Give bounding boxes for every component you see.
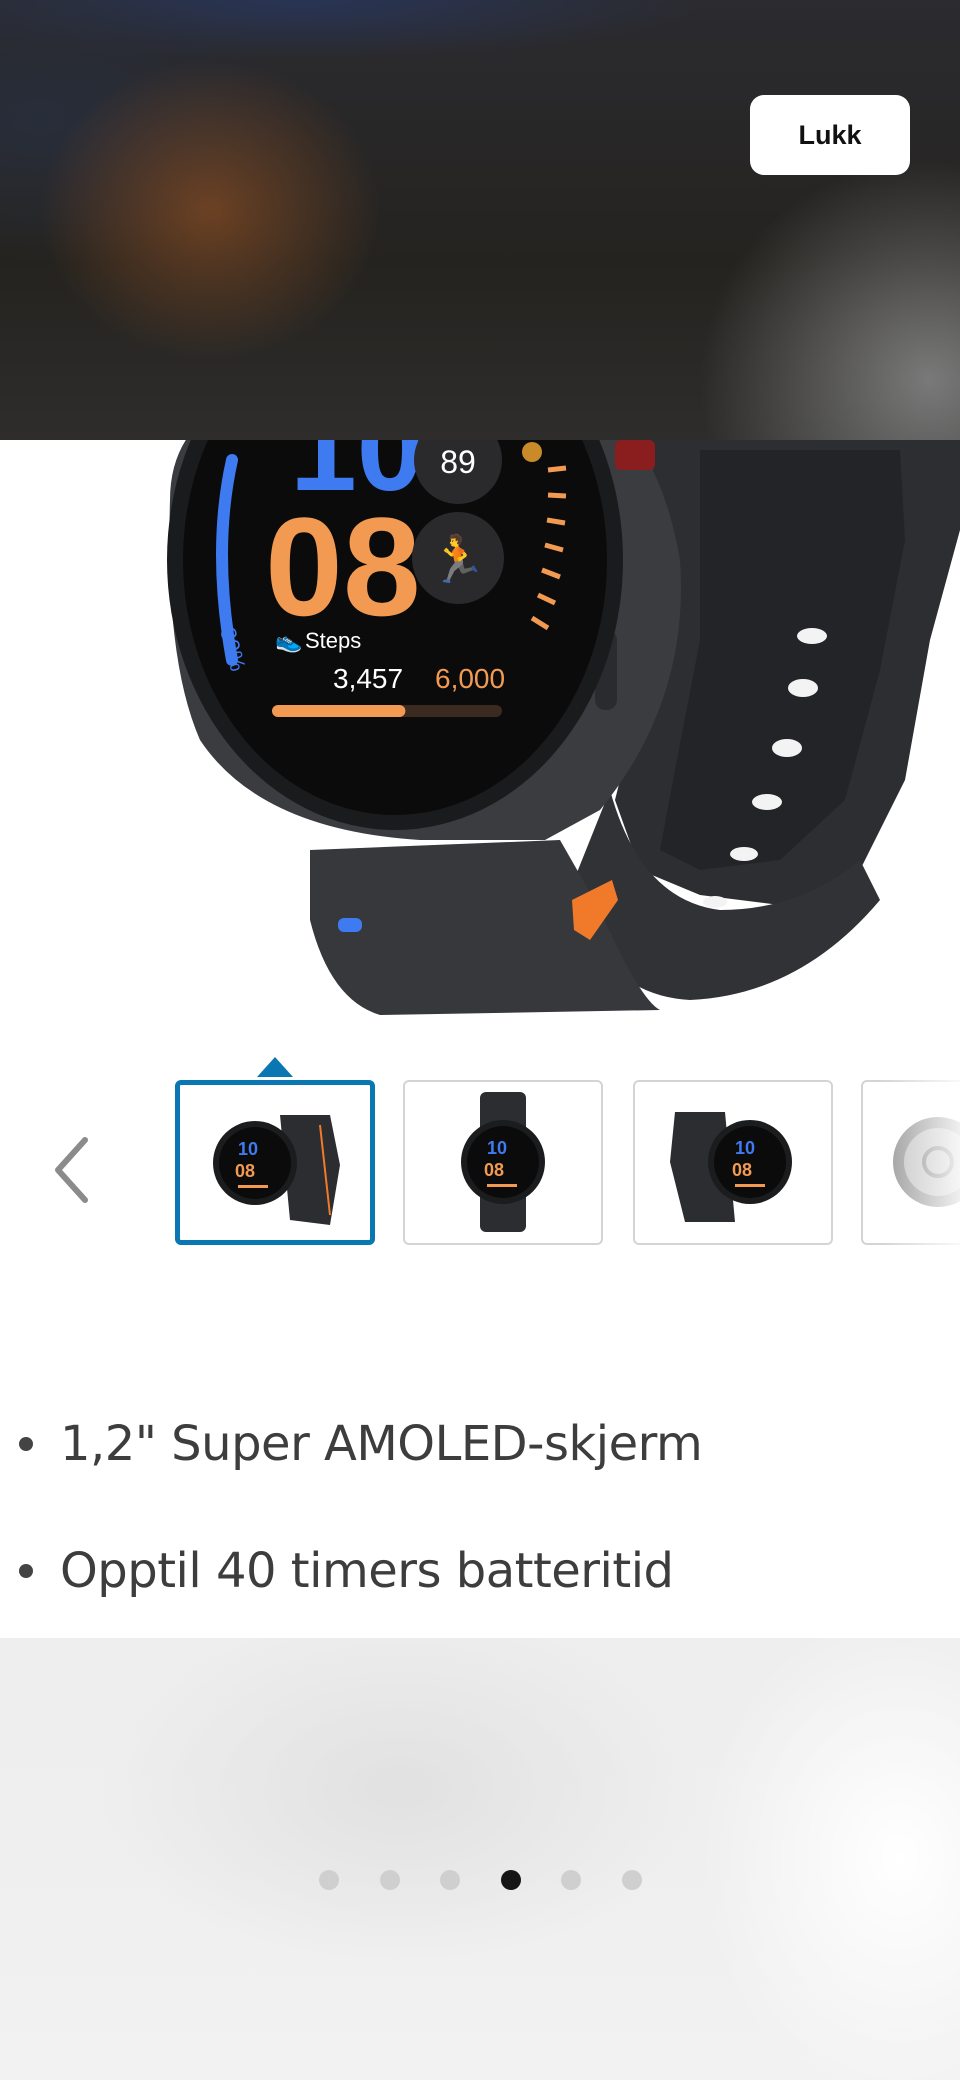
feature-text: 1,2" Super AMOLED-skjerm (60, 1415, 703, 1472)
thumbnail-2[interactable]: 10 08 (403, 1080, 603, 1245)
pagination-dot[interactable] (379, 1870, 400, 1890)
pagination-dot[interactable] (319, 1870, 339, 1890)
steps-value: 3,457 (333, 663, 403, 694)
thumbnail-carousel: 10 08 10 08 10 08 (0, 1055, 960, 1255)
steps-label: Steps (305, 628, 361, 653)
pagination-dot[interactable] (561, 1870, 581, 1890)
watch-minute: 08 (265, 488, 421, 645)
chevron-left-icon[interactable] (40, 1120, 110, 1220)
svg-text:10: 10 (487, 1138, 507, 1158)
pagination-dot[interactable] (500, 1870, 521, 1890)
bullet-icon (19, 1436, 33, 1451)
thumbnail-watch-image: 10 08 (213, 1115, 340, 1225)
svg-text:10: 10 (735, 1138, 755, 1158)
blurred-top-backdrop: Lukk (0, 0, 960, 440)
thumbnail-watch-image: 10 08 (670, 1112, 792, 1222)
list-item: Opptil 40 timers batteritid (0, 1507, 960, 1634)
thumbnail-watch-image: 10 08 (461, 1092, 545, 1232)
product-image: 10 08 89 🏃 30% 👟 Steps 3,457 6,000 (0, 440, 960, 1020)
list-item: 1,2" Super AMOLED-skjerm (0, 1380, 960, 1507)
svg-text:08: 08 (235, 1161, 255, 1181)
watch-top-value: 89 (440, 444, 476, 480)
running-icon: 🏃 (429, 532, 486, 586)
pagination-dot[interactable] (440, 1870, 460, 1890)
carousel-edge-fade (880, 1075, 960, 1250)
svg-text:08: 08 (484, 1160, 504, 1180)
smartwatch-illustration: 10 08 89 🏃 30% 👟 Steps 3,457 6,000 (167, 440, 960, 1015)
blurred-bottom-backdrop (0, 1638, 960, 2080)
svg-text:08: 08 (732, 1160, 752, 1180)
pagination-dots (0, 1868, 960, 1892)
thumbnail-3[interactable]: 10 08 (633, 1080, 833, 1245)
svg-text:10: 10 (238, 1139, 258, 1159)
close-button[interactable]: Lukk (750, 95, 910, 175)
steps-goal: 6,000 (435, 663, 505, 694)
steps-progress-fill (272, 705, 406, 717)
steps-icon: 👟 (275, 629, 302, 654)
thumbnail-1[interactable]: 10 08 (175, 1080, 375, 1245)
bullet-icon (19, 1563, 33, 1578)
feature-list: 1,2" Super AMOLED-skjerm Opptil 40 timer… (0, 1380, 960, 1634)
feature-text: Opptil 40 timers batteritid (60, 1542, 674, 1599)
pagination-dot[interactable] (621, 1870, 642, 1890)
active-thumbnail-indicator (257, 1057, 293, 1077)
